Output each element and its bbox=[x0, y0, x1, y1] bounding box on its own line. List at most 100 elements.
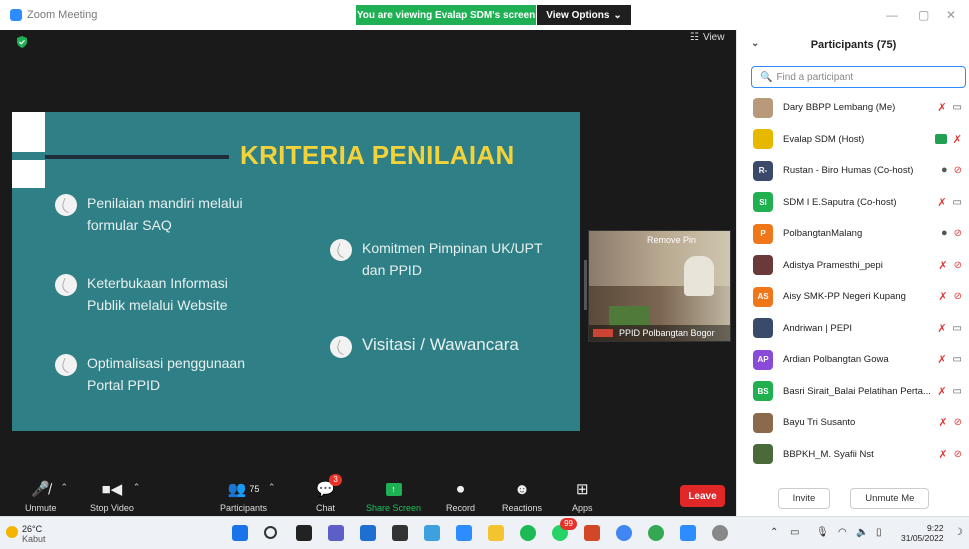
chevron-up-icon[interactable]: ⌃ bbox=[133, 482, 141, 493]
chat-badge: 3 bbox=[329, 474, 342, 486]
avatar: P bbox=[753, 223, 773, 244]
mic-muted-icon: ✗ bbox=[937, 385, 947, 398]
view-button[interactable]: ☷ View bbox=[690, 32, 724, 43]
video-background bbox=[609, 306, 649, 326]
video-tile[interactable]: Remove Pin PPID Polbangtan Bogor bbox=[588, 230, 731, 342]
participants-icon: 👥 75 ⌃ bbox=[227, 481, 276, 498]
zoom-icon[interactable] bbox=[680, 525, 696, 541]
participant-status: ● ⊘ bbox=[941, 227, 962, 239]
minimize-icon[interactable]: — bbox=[886, 8, 898, 22]
search-icon[interactable] bbox=[264, 526, 277, 539]
mic-muted-icon: ✗ bbox=[937, 196, 947, 209]
bullet-icon bbox=[330, 336, 352, 358]
participant-name: Evalap SDM (Host) bbox=[783, 133, 865, 145]
participant-row[interactable]: BS Basri Sirait_Balai Pelatihan Perta... ✗… bbox=[737, 376, 969, 408]
maximize-icon[interactable]: ▢ bbox=[918, 8, 929, 22]
start-icon[interactable] bbox=[232, 525, 248, 541]
participant-row[interactable]: Adistya Pramesthi_pepi ✗ ⊘ bbox=[737, 250, 969, 282]
participant-status: ✗ ▭ bbox=[937, 322, 962, 335]
slide-divider bbox=[45, 155, 229, 159]
chevron-up-icon[interactable]: ⌃ bbox=[61, 482, 69, 493]
video-off-icon: ⊘ bbox=[953, 259, 962, 271]
participant-row[interactable]: Evalap SDM (Host) ✗ bbox=[737, 124, 969, 156]
app-icon[interactable] bbox=[424, 525, 440, 541]
participant-row[interactable]: R- Rustan - Biro Humas (Co-host) ● ⊘ bbox=[737, 155, 969, 187]
chevron-down-icon[interactable]: ⌄ bbox=[751, 38, 759, 49]
mic-muted-icon: ✗ bbox=[938, 448, 948, 461]
apps-button[interactable]: ⊞ Apps bbox=[572, 480, 593, 513]
weather-widget[interactable]: 26°C Kabut bbox=[6, 524, 46, 544]
view-options-label: View Options bbox=[546, 9, 610, 21]
slide-bullet: Penilaian mandiri melalui formular SAQ bbox=[55, 192, 243, 236]
participant-row[interactable]: P PolbangtanMalang ● ⊘ bbox=[737, 218, 969, 250]
file-explorer-icon[interactable] bbox=[488, 525, 504, 541]
mic-icon[interactable]: 🎙 bbox=[816, 527, 829, 538]
shared-slide: KRITERIA PENILAIAN Penilaian mandiri mel… bbox=[12, 112, 580, 431]
bullet-text: dan PPID bbox=[362, 262, 422, 278]
unmute-button[interactable]: 🎤̸ ⌃ Unmute bbox=[25, 480, 68, 513]
participant-name: Bayu Tri Susanto bbox=[783, 417, 856, 429]
participant-row[interactable]: Andriwan | PEPI ✗ ▭ bbox=[737, 313, 969, 345]
search-input[interactable]: 🔍 Find a participant bbox=[751, 66, 966, 88]
powerpoint-icon[interactable] bbox=[584, 525, 600, 541]
participant-status: ✗ ▭ bbox=[937, 196, 962, 209]
share-screen-button[interactable]: ↑ Share Screen bbox=[366, 480, 421, 513]
close-icon[interactable]: ✕ bbox=[946, 8, 956, 22]
app-icon[interactable] bbox=[392, 525, 408, 541]
chevron-up-icon[interactable]: ⌃ bbox=[268, 482, 276, 493]
chrome-icon[interactable] bbox=[616, 525, 632, 541]
participant-row[interactable]: AP Ardian Polbangtan Gowa ✗ ▭ bbox=[737, 344, 969, 376]
settings-icon[interactable] bbox=[712, 525, 728, 541]
participant-row[interactable]: Dary BBPP Lembang (Me) ✗ ▭ bbox=[737, 92, 969, 124]
splitter-handle[interactable] bbox=[584, 260, 587, 310]
unmute-me-button[interactable]: Unmute Me bbox=[850, 487, 930, 509]
wifi-icon[interactable]: ◠ bbox=[838, 527, 847, 538]
notification-icon[interactable]: ☽ bbox=[954, 527, 963, 538]
mic-icon: ● bbox=[940, 164, 948, 176]
participant-name: Adistya Pramesthi_pepi bbox=[783, 259, 883, 271]
participant-name: Rustan - Biro Humas (Co-host) bbox=[783, 165, 914, 177]
video-camera-icon: ▭ bbox=[952, 102, 962, 113]
bullet-text: Portal PPID bbox=[87, 377, 161, 393]
speaker-icon[interactable]: 🔈 bbox=[856, 527, 868, 538]
stop-video-button[interactable]: ■◀ ⌃ Stop Video bbox=[90, 480, 140, 513]
weather-icon bbox=[6, 526, 18, 538]
view-options-button[interactable]: View Options ⌄ bbox=[537, 5, 631, 25]
chat-button[interactable]: 💬 3 Chat bbox=[316, 474, 342, 513]
avatar bbox=[753, 97, 773, 118]
bullet-icon bbox=[55, 194, 77, 216]
word-icon[interactable] bbox=[360, 525, 376, 541]
mic-icon: ● bbox=[940, 227, 948, 239]
clock-time: 9:22 bbox=[927, 523, 944, 533]
os-taskbar: 26°C Kabut 99 ⌃ ▭ 🎙 ◠ 🔈 ▯ 9:22 31/05/202… bbox=[0, 516, 969, 549]
participant-row[interactable]: BBPKH_M. Syafii Nst ✗ ⊘ bbox=[737, 439, 969, 471]
shield-icon[interactable] bbox=[16, 36, 28, 48]
participant-row[interactable]: SI SDM I E.Saputra (Co-host) ✗ ▭ bbox=[737, 187, 969, 219]
remove-pin-overlay[interactable]: Remove Pin bbox=[647, 235, 696, 245]
teams-icon[interactable] bbox=[328, 525, 344, 541]
task-view-icon[interactable] bbox=[296, 525, 312, 541]
battery-icon[interactable]: ▯ bbox=[876, 527, 882, 538]
slide-bullet: Keterbukaan Informasi Publik melalui Webs… bbox=[55, 272, 228, 316]
leave-button[interactable]: Leave bbox=[680, 485, 725, 507]
reactions-button[interactable]: ☻ Reactions bbox=[502, 480, 542, 514]
invite-button[interactable]: Invite bbox=[777, 487, 831, 509]
keyboard-icon[interactable]: ▭ bbox=[790, 527, 799, 538]
todo-icon[interactable] bbox=[456, 525, 472, 541]
participants-button[interactable]: 👥 75 ⌃ Participants bbox=[220, 480, 276, 513]
record-button[interactable]: ⏺ Record bbox=[446, 480, 475, 514]
participant-status: ✗ ▭ bbox=[937, 353, 962, 366]
chrome-icon[interactable] bbox=[648, 525, 664, 541]
window-titlebar: Zoom Meeting You are viewing Evalap SDM'… bbox=[0, 0, 969, 30]
whatsapp-icon[interactable]: 99 bbox=[552, 518, 577, 541]
video-camera-icon: ▭ bbox=[952, 322, 962, 334]
slide-bullet: Komitmen Pimpinan UK/UPT dan PPID bbox=[330, 237, 543, 281]
spotify-icon[interactable] bbox=[520, 525, 536, 541]
mic-muted-icon: ✗ bbox=[938, 259, 948, 272]
video-off-icon: ⊘ bbox=[953, 227, 962, 239]
participant-row[interactable]: Bayu Tri Susanto ✗ ⊘ bbox=[737, 407, 969, 439]
chevron-up-icon[interactable]: ⌃ bbox=[770, 527, 778, 538]
participant-row[interactable]: AS Aisy SMK-PP Negeri Kupang ✗ ⊘ bbox=[737, 281, 969, 313]
avatar bbox=[753, 318, 773, 339]
system-clock[interactable]: 9:22 31/05/2022 bbox=[901, 523, 944, 543]
